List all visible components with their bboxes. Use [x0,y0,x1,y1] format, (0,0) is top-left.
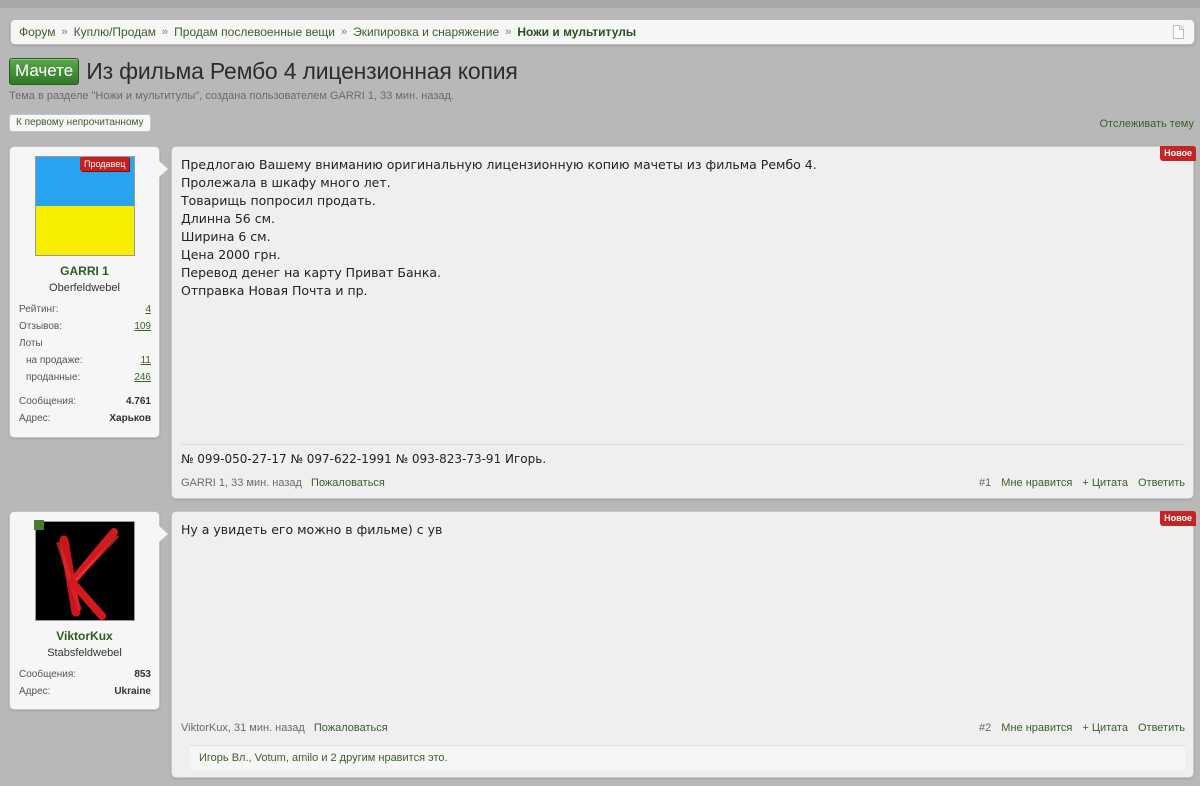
signature-divider [181,444,1185,445]
breadcrumb-forum[interactable]: Форум [19,25,55,39]
stat-value: 853 [134,669,151,680]
message-text: Предлогаю Вашему вниманию оригинальную л… [181,157,817,298]
stat-value: Харьков [109,413,151,424]
stat-value[interactable]: 109 [134,321,151,332]
stat-label: Рейтинг: [19,304,59,315]
report-link[interactable]: Пожаловаться [311,477,385,489]
online-indicator-icon [34,520,44,530]
post-meta: GARRI 1, 33 мин. назад Пожаловаться [181,477,385,489]
post-author-time[interactable]: GARRI 1, 33 мин. назад [181,477,302,489]
report-link[interactable]: Пожаловаться [314,722,388,734]
avatar[interactable] [35,521,135,621]
stat-label: Сообщения: [19,669,77,680]
new-badge: Новое [1160,511,1196,526]
stat-label: Лоты [19,338,43,349]
post-1-user-info: Продавец GARRI 1 Oberfeldwebel Рейтинг: … [9,146,168,438]
post-author-time[interactable]: ViktorKux, 31 мин. назад [181,722,305,734]
stat-value: 4.761 [125,396,151,407]
avatar[interactable] [35,156,135,256]
post-1: Новое Предлогаю Вашему вниманию оригинал… [171,146,1196,499]
liker-link[interactable]: amilo [292,752,318,764]
post-actions: #1 Мне нравится + Цитата Ответить [979,477,1185,489]
likes-others-link[interactable]: и 2 другим нравится это. [321,752,447,764]
quote-button[interactable]: + Цитата [1082,477,1128,489]
signature: № 099-050-27-17 № 097-622-1991 № 093-823… [181,452,547,466]
stat-reviews: Отзывов: 109 [19,321,151,332]
page-icon[interactable] [1173,25,1184,39]
stat-messages: Сообщения: 4.761 [19,396,151,407]
header-strip [0,0,1200,8]
username[interactable]: ViktorKux [10,629,159,643]
post-2-user-info: ViktorKux Stabsfeldwebel Сообщения: 853 … [9,511,168,710]
reply-button[interactable]: Ответить [1138,477,1185,489]
stat-value[interactable]: 11 [141,355,151,366]
liker-link[interactable]: Votum [255,752,286,764]
stat-address: Адрес: Ukraine [19,686,151,697]
liker-link[interactable]: Игорь Вл. [199,752,249,764]
breadcrumb: Форум » Куплю/Продам » Продам послевоенн… [10,19,1195,45]
stat-address: Адрес: Харьков [19,413,151,424]
stat-messages: Сообщения: 853 [19,669,151,680]
user-rank: Stabsfeldwebel [47,647,122,659]
first-unread-button[interactable]: К первому непрочитанному [9,114,151,132]
breadcrumb-separator: » [61,26,68,38]
watch-thread-link[interactable]: Отслеживать тему [1099,118,1194,130]
post-number[interactable]: #1 [979,477,991,489]
stat-label: на продаже: [26,355,83,366]
avatar-k-logo [56,528,120,620]
post-actions: #2 Мне нравится + Цитата Ответить [979,722,1185,734]
thread-header: Мачете Из фильма Рембо 4 лицензионная ко… [9,58,518,85]
stat-lots: Лоты [19,338,151,349]
page-title: Из фильма Рембо 4 лицензионная копия [86,58,518,84]
like-button[interactable]: Мне нравится [1001,722,1072,734]
stat-label: Адрес: [19,686,51,697]
breadcrumb-current[interactable]: Ножи и мультитулы [517,25,636,39]
stat-rating: Рейтинг: 4 [19,304,151,315]
breadcrumb-equipment[interactable]: Экипировка и снаряжение [353,25,499,39]
stat-value: Ukraine [114,686,151,697]
likes-summary: Игорь Вл., Votum, amilo и 2 другим нрави… [190,745,1185,770]
quote-button[interactable]: + Цитата [1082,722,1128,734]
stat-value[interactable]: 4 [145,304,151,315]
username[interactable]: GARRI 1 [10,264,159,278]
new-badge: Новое [1160,146,1196,161]
breadcrumb-separator: » [340,26,348,38]
like-button[interactable]: Мне нравится [1001,477,1072,489]
post-number[interactable]: #2 [979,722,991,734]
post-meta: ViktorKux, 31 мин. назад Пожаловаться [181,722,388,734]
reply-button[interactable]: Ответить [1138,722,1185,734]
seller-badge: Продавец [80,157,130,171]
breadcrumb-separator: » [505,26,512,38]
message-text: Ну а увидеть его можно в фильме) с ув [181,522,443,537]
stat-value[interactable]: 246 [134,372,151,383]
user-rank: Oberfeldwebel [49,282,120,294]
stat-sold: проданные: 246 [19,372,151,383]
flag-yellow-stripe [36,206,134,255]
breadcrumb-buy-sell[interactable]: Куплю/Продам [74,25,156,39]
post-2: Новое Ну а увидеть его можно в фильме) с… [171,511,1196,778]
thread-description: Тема в разделе "Ножи и мультитулы", созд… [9,90,454,102]
thread-prefix-badge[interactable]: Мачете [9,58,80,85]
breadcrumb-separator: » [162,26,169,38]
stat-label: Сообщения: [19,396,77,407]
breadcrumb-postwar-items[interactable]: Продам послевоенные вещи [174,25,335,39]
stat-label: Отзывов: [19,321,62,332]
stat-label: проданные: [26,372,81,383]
stat-label: Адрес: [19,413,51,424]
stat-on-sale: на продаже: 11 [19,355,151,366]
